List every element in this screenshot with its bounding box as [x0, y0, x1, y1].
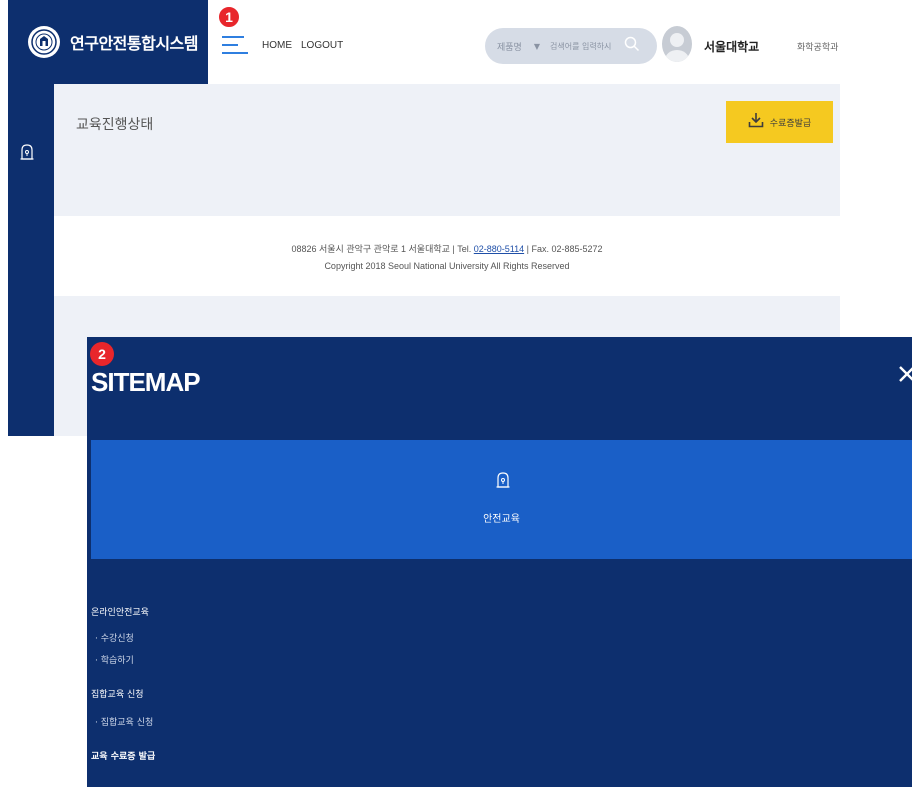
page-title: 교육진행상태 [76, 117, 154, 133]
hamburger-menu-icon[interactable] [222, 34, 248, 56]
user-university: 서울대학교 [704, 40, 760, 54]
app-title: 연구안전통합시스템 [70, 34, 198, 53]
university-emblem-icon [28, 26, 60, 58]
download-icon [748, 112, 764, 132]
sitemap-category-safety-education[interactable]: 안전교육 [91, 440, 912, 559]
footer: 08826 서울시 관악구 관악로 1 서울대학교 | Tel. 02-880-… [54, 216, 840, 296]
issue-certificate-button[interactable]: 수료증발급 [726, 101, 833, 143]
issue-certificate-label: 수료증발급 [769, 118, 812, 129]
annotation-badge-2: 2 [90, 342, 114, 366]
menu-online-safety-education[interactable]: 온라인안전교육 [91, 605, 149, 618]
close-icon[interactable] [897, 361, 912, 387]
search-input[interactable] [550, 41, 622, 51]
logo-area[interactable]: 연구안전통합시스템 [8, 0, 208, 84]
nav-logout-link[interactable]: LOGOUT [301, 40, 343, 51]
footer-address-text: 08826 서울시 관악구 관악로 1 서울대학교 | Tel. [291, 244, 474, 254]
annotation-badge-1: 1 [217, 5, 241, 29]
sitemap-title: SITEMAP [91, 367, 201, 397]
footer-copyright: Copyright 2018 Seoul National University… [324, 261, 570, 271]
safety-lock-icon [496, 472, 510, 492]
search-category-select[interactable]: 제품명 [497, 40, 522, 53]
menu-certificate-issuance[interactable]: 교육 수료증 발급 [91, 749, 155, 762]
search-icon[interactable] [624, 36, 640, 56]
menu-study[interactable]: · 학습하기 [95, 653, 134, 666]
content-area: 교육진행상태 수료증발급 [54, 84, 840, 216]
user-avatar-icon[interactable] [662, 26, 692, 62]
menu-group-training-request[interactable]: 집합교육 신청 [91, 687, 144, 700]
footer-phone-link[interactable]: 02-880-5114 [474, 244, 524, 254]
top-header: 연구안전통합시스템 HOME LOGOUT 제품명 ▼ 서울대학교 화학공학과 [0, 0, 840, 84]
left-sidebar [8, 84, 54, 436]
menu-course-registration[interactable]: · 수강신청 [95, 631, 134, 644]
sitemap-category-label: 안전교육 [483, 514, 520, 525]
nav-home-link[interactable]: HOME [262, 40, 292, 51]
chevron-down-icon[interactable]: ▼ [534, 42, 540, 51]
user-department: 화학공학과 [797, 43, 839, 53]
search-bar: 제품명 ▼ [485, 28, 657, 64]
sitemap-panel: SITEMAP 안전교육 온라인안전교육 · 수강신청 · 학습하기 집합교육 … [87, 337, 912, 787]
footer-address: 08826 서울시 관악구 관악로 1 서울대학교 | Tel. 02-880-… [54, 242, 840, 255]
safety-lock-icon[interactable] [20, 144, 34, 164]
footer-fax-text: | Fax. 02-885-5272 [524, 244, 603, 254]
menu-group-training-apply[interactable]: · 집합교육 신청 [95, 715, 153, 728]
